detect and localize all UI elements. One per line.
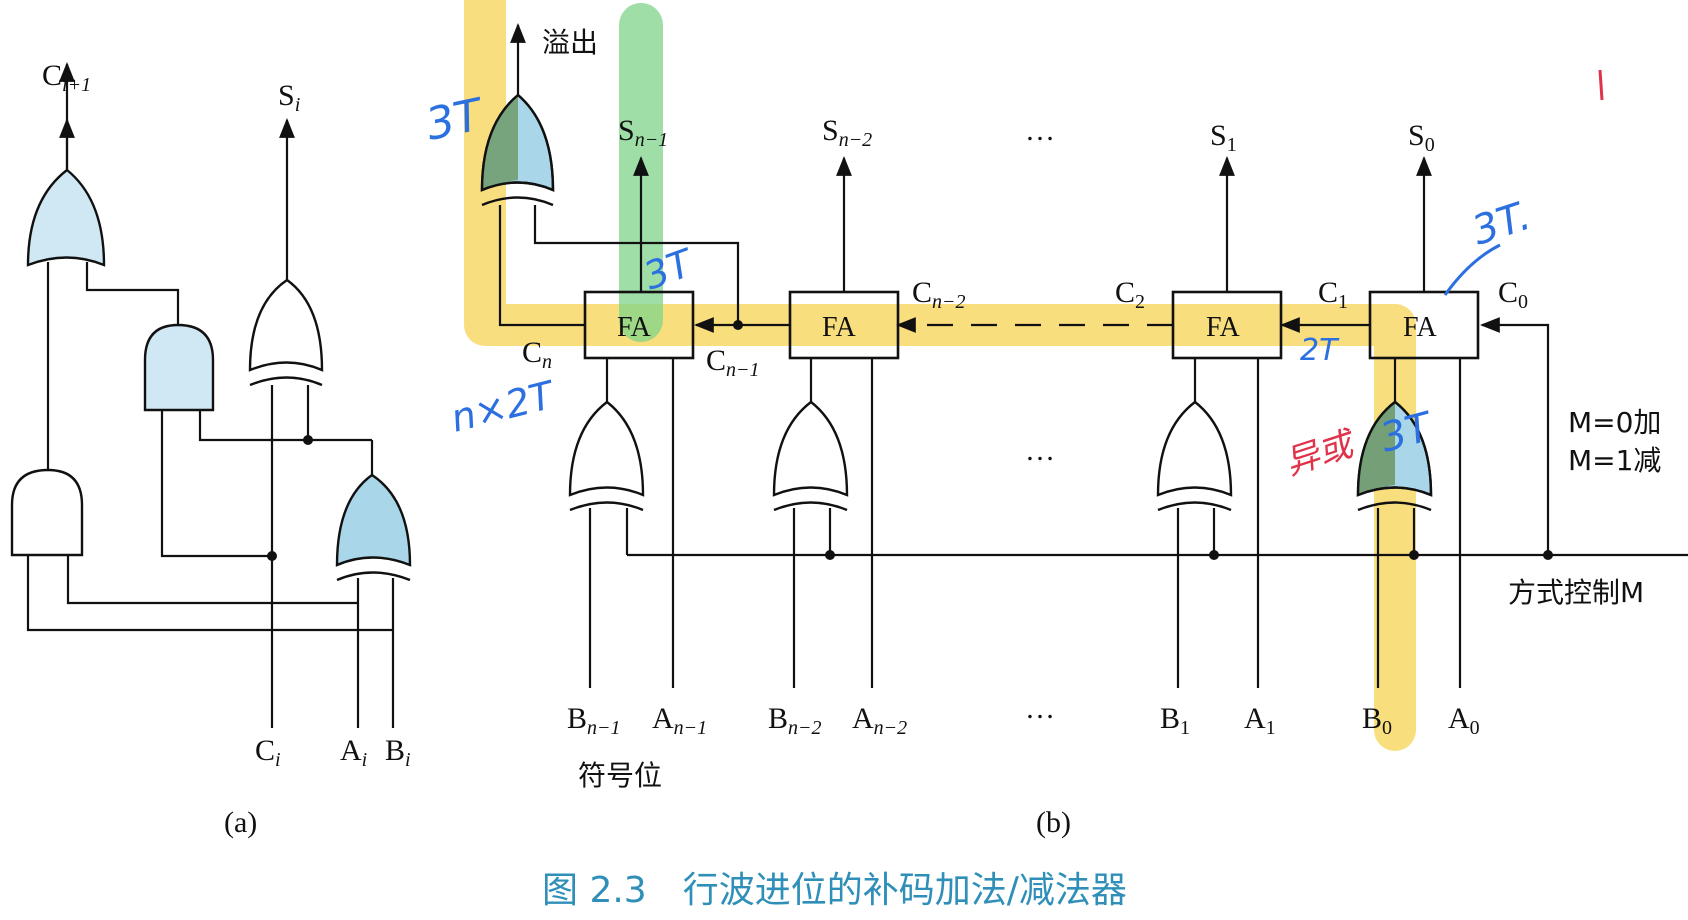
and-gate-bottom (10, 468, 84, 557)
figure-caption: 图 2.3 行波进位的补码加法/减法器 (542, 870, 1127, 911)
label-mode-control: 方式控制M (1508, 576, 1644, 609)
and-gate-middle (143, 323, 215, 412)
label-s-n-2: Sn−2 (822, 114, 872, 151)
label-part-a: (a) (224, 806, 257, 839)
xor-gate-sum (248, 278, 324, 372)
label-ci: Ci (255, 734, 281, 771)
ripple-carry-adder-diagram: 溢出 FA FA FA FA Sn−1 Sn−2 S1 S0 … Cn Cn−1… (480, 23, 1688, 839)
full-adder-gate-diagram: Ci+1 Si Ci Ai Bi (a) (10, 59, 412, 839)
label-c0: C0 (1498, 276, 1528, 313)
adder-figure: Ci+1 Si Ci Ai Bi (a) 溢出 FA FA FA FA Sn−1… (10, 0, 1688, 911)
ellipsis-middle: … (1025, 434, 1055, 467)
svg-text:FA: FA (822, 312, 856, 343)
label-part-b: (b) (1036, 806, 1071, 839)
label-bi: Bi (385, 734, 411, 771)
xor-gate-ab (335, 473, 412, 567)
label-a-1: A1 (1244, 702, 1276, 739)
label-sign-bit: 符号位 (578, 759, 662, 792)
label-a-n-2: An−2 (852, 702, 907, 739)
or-gate-carry (26, 168, 106, 267)
label-b-n-1: Bn−1 (567, 702, 621, 739)
label-mode-add: M=0加 (1568, 406, 1661, 439)
xor-gate-b-n-2 (772, 358, 849, 688)
label-mode-sub: M=1减 (1568, 444, 1661, 477)
svg-text:FA: FA (617, 312, 651, 343)
note-3t-fa0: 3T. (1467, 193, 1536, 255)
xor-gate-b-n-1 (568, 358, 645, 688)
note-2t-carry: 2T (1300, 333, 1340, 368)
ellipsis-top: … (1025, 114, 1055, 147)
label-c2: C2 (1115, 276, 1145, 313)
label-c1: C1 (1318, 276, 1348, 313)
label-s-0: S0 (1408, 119, 1435, 156)
label-cn-2: Cn−2 (912, 276, 966, 313)
label-a-0: A0 (1448, 702, 1480, 739)
label-overflow: 溢出 (542, 26, 598, 59)
note-n-2t-chain: n×2T (447, 372, 561, 440)
note-xor: 异或 (1280, 423, 1361, 483)
label-ai: Ai (340, 734, 367, 771)
label-cn-1: Cn−1 (706, 344, 760, 381)
xor-gate-b-1 (1156, 358, 1233, 688)
svg-text:FA: FA (1403, 312, 1437, 343)
label-b-n-2: Bn−2 (768, 702, 822, 739)
label-a-n-1: An−1 (652, 702, 707, 739)
svg-text:FA: FA (1206, 312, 1240, 343)
ellipsis-bottom: … (1025, 692, 1055, 725)
label-s-1: S1 (1210, 119, 1237, 156)
label-si: Si (278, 79, 300, 116)
label-b-1: B1 (1160, 702, 1190, 739)
